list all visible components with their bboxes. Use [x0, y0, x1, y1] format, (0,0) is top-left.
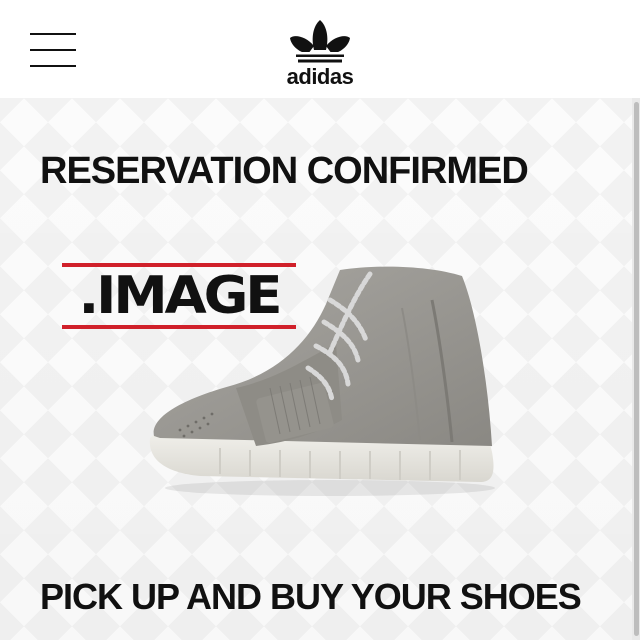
- pickup-text: PICK UP AND BUY YOUR SHOES: [40, 576, 582, 617]
- menu-line: [30, 33, 76, 35]
- adidas-logo[interactable]: adidas: [280, 16, 360, 92]
- hamburger-menu-icon[interactable]: [30, 33, 78, 69]
- sneaker-image: [149, 266, 495, 496]
- header: adidas: [0, 0, 640, 98]
- page-title: RESERVATION CONFIRMED: [40, 150, 529, 192]
- trefoil-icon: [286, 20, 354, 63]
- menu-line: [30, 49, 76, 51]
- logo-wordmark: adidas: [286, 64, 354, 89]
- menu-line: [30, 65, 76, 67]
- scrollbar-thumb[interactable]: [634, 102, 639, 636]
- scrollbar[interactable]: [632, 98, 640, 640]
